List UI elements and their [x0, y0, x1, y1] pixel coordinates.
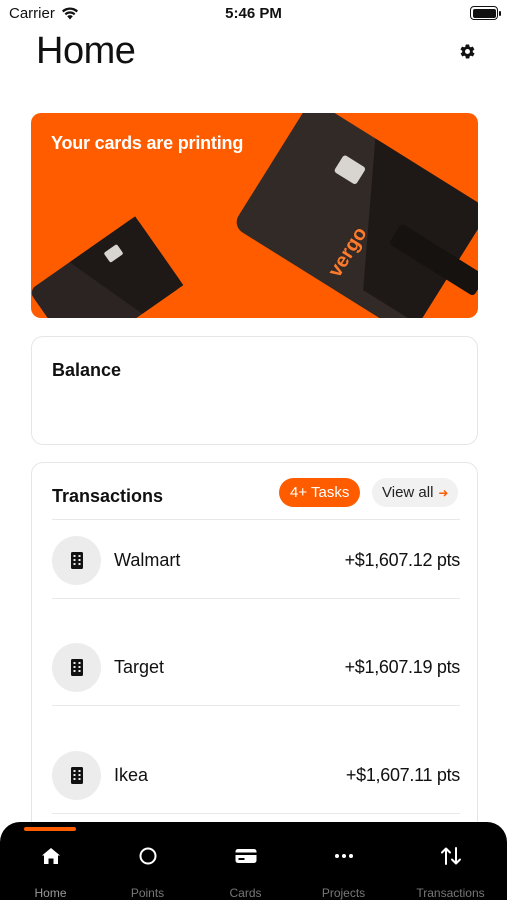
transaction-merchant: Target [114, 656, 165, 677]
tasks-badge-button[interactable]: 4+ Tasks [279, 478, 361, 507]
arrow-right-icon: ➜ [438, 485, 449, 500]
building-icon [52, 642, 101, 692]
tab-transactions[interactable]: Transactions [400, 822, 501, 900]
balance-card[interactable]: Balance [31, 336, 478, 445]
tab-label: Projects [321, 886, 366, 900]
divider [52, 598, 460, 599]
status-bar: Carrier 5:46 PM [0, 0, 507, 30]
tab-label: Home [34, 886, 67, 900]
ellipsis-icon [293, 846, 394, 866]
card-icon [195, 846, 296, 866]
home-icon [0, 846, 101, 866]
tab-cards[interactable]: Cards [195, 822, 296, 900]
transaction-merchant: Ikea [114, 764, 149, 785]
divider [52, 705, 460, 706]
view-all-button[interactable]: View all ➜ [372, 478, 459, 507]
tab-points[interactable]: Points [97, 822, 198, 900]
tab-home[interactable]: Home [0, 822, 101, 900]
transaction-amount: +$1,607.19 pts [344, 656, 461, 677]
swap-arrows-icon [400, 846, 501, 866]
building-icon [52, 535, 101, 585]
divider [52, 813, 460, 814]
transaction-row-ikea[interactable]: Ikea +$1,607.11 pts [52, 750, 460, 800]
transaction-amount: +$1,607.11 pts [345, 764, 460, 785]
settings-button[interactable] [457, 41, 477, 61]
circle-icon [97, 846, 198, 866]
transaction-row-walmart[interactable]: Walmart +$1,607.12 pts [52, 535, 460, 585]
transactions-title: Transactions [52, 486, 164, 506]
tab-label: Transactions [416, 886, 485, 900]
battery-icon [470, 6, 501, 20]
promo-title: Your cards are printing [51, 133, 244, 153]
divider [52, 519, 460, 520]
tab-label: Points [130, 886, 165, 900]
gear-icon [460, 43, 474, 59]
promo-banner[interactable]: Your cards are printing vergo [31, 113, 478, 318]
tab-label: Cards [229, 886, 262, 900]
building-icon [52, 750, 101, 800]
balance-title: Balance [52, 360, 122, 380]
transaction-amount: +$1,607.12 pts [344, 549, 461, 570]
transaction-merchant: Walmart [114, 549, 181, 570]
clock: 5:46 PM [225, 5, 282, 22]
transactions-card: Transactions 4+ Tasks View all ➜ Walmart… [31, 462, 478, 882]
view-all-label: View all [382, 484, 434, 501]
tab-projects[interactable]: Projects [293, 822, 394, 900]
transaction-row-target[interactable]: Target +$1,607.19 pts [52, 642, 460, 692]
tab-bar: Home Points Cards Projects Transactions [0, 822, 507, 900]
page-title: Home [36, 30, 136, 72]
